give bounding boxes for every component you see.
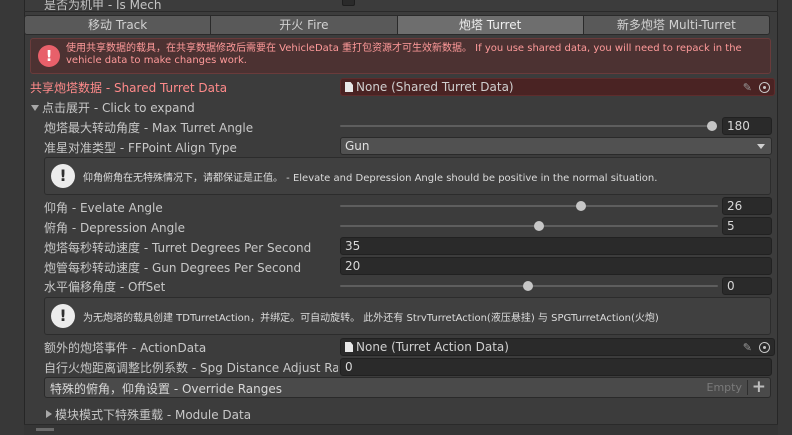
object-picker-icon[interactable] <box>759 82 770 93</box>
expand-foldout[interactable]: 点击展开 - Click to expand <box>31 99 195 116</box>
angle-info-text: 仰角俯角在无特殊情况下，请都保证是正值。 - Elevate and Depre… <box>83 173 658 184</box>
gun-speed-label: 炮管每秒转动速度 - Gun Degrees Per Second <box>44 261 302 275</box>
offset-label: 水平偏移角度 - OffSet <box>44 280 166 294</box>
action-info-text: 为无炮塔的载具创建 TDTurretAction，并绑定。可自动旋转。 此外还有… <box>83 313 659 324</box>
action-data-field[interactable]: None (Turret Action Data) ✎ <box>340 338 775 356</box>
max-turret-angle-slider-knob[interactable] <box>707 121 717 131</box>
offset-input[interactable]: 0 <box>722 277 772 295</box>
depression-angle-input[interactable]: 5 <box>722 217 772 235</box>
tab-track[interactable]: 移动 Track <box>24 15 211 35</box>
pen-icon: ✎ <box>742 341 752 354</box>
elevate-angle-slider[interactable] <box>340 205 718 207</box>
shared-turret-data-field[interactable]: None (Shared Turret Data) ✎ <box>340 78 775 96</box>
next-section-label-cut <box>36 428 54 431</box>
ffpoint-align-label: 准星对准类型 - FFPoint Align Type <box>44 141 237 155</box>
is-mech-checkbox[interactable] <box>342 0 355 6</box>
action-data-label: 额外的炮塔事件 - ActionData <box>44 341 207 355</box>
gun-speed-input[interactable]: 20 <box>340 257 772 275</box>
ffpoint-align-dropdown[interactable]: Gun <box>340 137 772 155</box>
tab-bar: 移动 Track 开火 Fire 炮塔 Turret 新多炮塔 Multi-Tu… <box>24 15 770 35</box>
depression-angle-slider[interactable] <box>340 225 718 227</box>
action-info-box: ! 为无炮塔的载具创建 TDTurretAction，并绑定。可自动旋转。 此外… <box>44 297 771 335</box>
document-icon <box>345 342 353 352</box>
tab-multi-turret[interactable]: 新多炮塔 Multi-Turret <box>582 15 770 35</box>
shared-turret-data-value: None (Shared Turret Data) <box>356 80 514 94</box>
module-data-label: 模块模式下特殊重载 - Module Data <box>55 408 252 422</box>
shared-data-warning: ! 使用共享数据的载具，在共享数据修改后需要在 VehicleData 重打包资… <box>30 38 771 74</box>
spg-distance-input[interactable]: 0 <box>340 358 772 376</box>
warning-text: 使用共享数据的载具，在共享数据修改后需要在 VehicleData 重打包资源才… <box>66 43 742 66</box>
info-icon: ! <box>51 304 75 328</box>
ffpoint-align-value: Gun <box>345 139 370 153</box>
offset-slider-knob[interactable] <box>523 281 533 291</box>
object-picker-icon[interactable] <box>759 342 770 353</box>
document-icon <box>345 82 353 92</box>
override-ranges-list[interactable]: 特殊的俯角，仰角设置 - Override Ranges Empty + <box>44 377 771 398</box>
shared-turret-data-label: 共享炮塔数据 - Shared Turret Data <box>30 81 228 95</box>
chevron-right-icon <box>46 410 52 418</box>
depression-angle-slider-knob[interactable] <box>534 221 544 231</box>
info-icon: ! <box>51 164 75 188</box>
chevron-down-icon <box>31 105 39 111</box>
add-element-button[interactable]: + <box>752 377 766 397</box>
divider <box>24 11 778 12</box>
spg-distance-label: 自行火炮距离调整比例系数 - Spg Distance Adjust Ratio <box>44 361 338 375</box>
tab-turret[interactable]: 炮塔 Turret <box>396 15 583 35</box>
dropdown-arrow-icon <box>757 144 765 149</box>
elevate-angle-label: 仰角 - Evelate Angle <box>44 201 163 215</box>
depression-angle-label: 俯角 - Depression Angle <box>44 221 186 235</box>
max-turret-angle-slider[interactable] <box>340 125 712 127</box>
next-section-header[interactable] <box>24 424 778 435</box>
pen-icon: ✎ <box>742 81 752 94</box>
max-turret-angle-input[interactable]: 180 <box>722 117 772 135</box>
action-data-value: None (Turret Action Data) <box>356 340 509 354</box>
list-empty-text: Empty <box>706 381 742 394</box>
override-ranges-label: 特殊的俯角，仰角设置 - Override Ranges <box>50 382 282 396</box>
module-data-foldout[interactable]: 模块模式下特殊重载 - Module Data <box>46 406 251 423</box>
elevate-angle-slider-knob[interactable] <box>576 201 586 211</box>
error-icon: ! <box>38 45 60 67</box>
turret-speed-label: 炮塔每秒转动速度 - Turret Degrees Per Second <box>44 241 312 255</box>
tab-fire[interactable]: 开火 Fire <box>210 15 397 35</box>
divider <box>747 380 748 395</box>
max-turret-angle-label: 炮塔最大转动角度 - Max Turret Angle <box>44 121 254 135</box>
turret-speed-input[interactable]: 35 <box>340 237 772 255</box>
elevate-angle-input[interactable]: 26 <box>722 197 772 215</box>
angle-info-box: ! 仰角俯角在无特殊情况下，请都保证是正值。 - Elevate and Dep… <box>44 157 771 195</box>
expand-foldout-label: 点击展开 - Click to expand <box>42 101 195 115</box>
